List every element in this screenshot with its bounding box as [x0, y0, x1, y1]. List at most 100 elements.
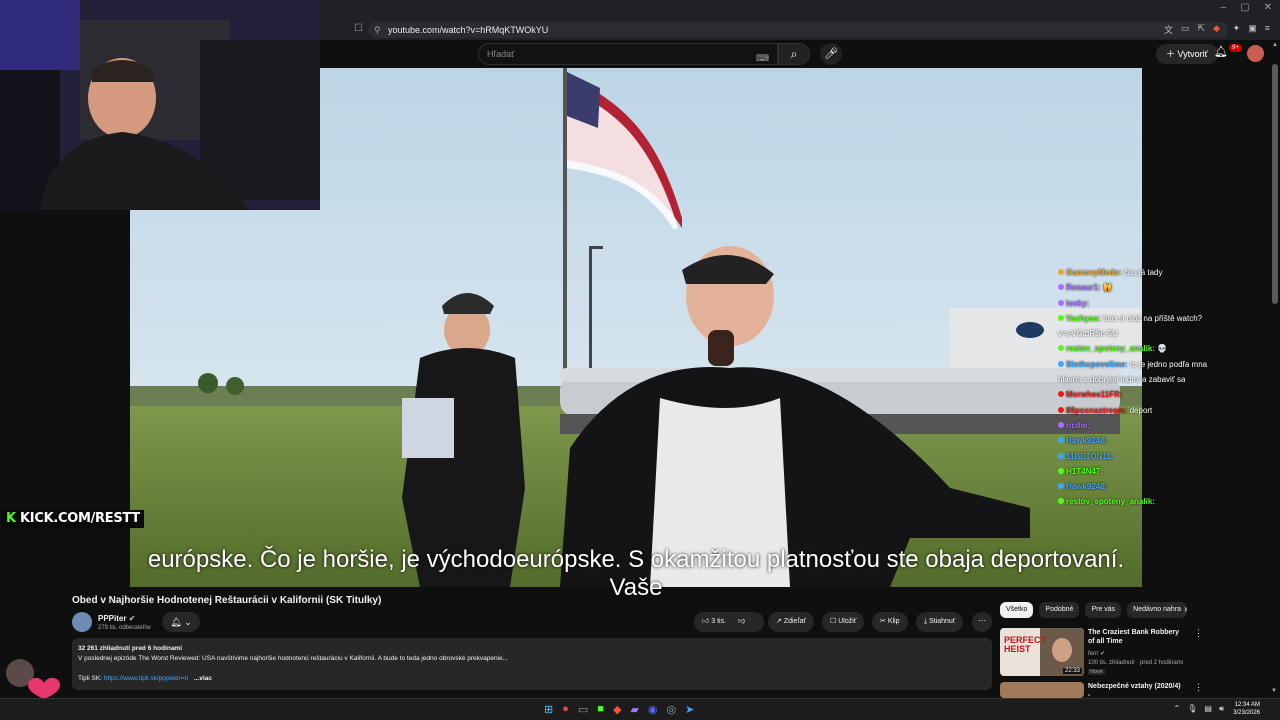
- page-scrollbar[interactable]: ▲ ▼: [1270, 40, 1280, 698]
- tray-expand-icon[interactable]: ⌃: [1174, 704, 1181, 714]
- chip-recently-uploaded[interactable]: Nedávno nahra: [1127, 602, 1188, 618]
- chat-message: Hawk9248:: [1058, 482, 1258, 492]
- discord-icon[interactable]: ◉: [648, 703, 658, 716]
- clip-label: Klip: [887, 618, 900, 625]
- extensions-icon[interactable]: ✦: [1233, 23, 1241, 34]
- share-label: Zdieľať: [783, 618, 807, 625]
- monitor-app-icon[interactable]: ▭: [578, 703, 588, 716]
- views-and-date: 32 261 zhliadnutí pred 6 hodinami: [78, 645, 183, 652]
- download-button[interactable]: ⤓ Stiahnuť: [916, 612, 964, 632]
- stream-mascot-overlay: [0, 655, 70, 700]
- network-icon[interactable]: ▤: [1204, 704, 1212, 714]
- telegram-icon[interactable]: ➤: [685, 703, 694, 716]
- account-avatar[interactable]: [1247, 45, 1264, 62]
- system-tray: ⌃ 🎙︎ ▤ 🔊︎: [1174, 704, 1224, 714]
- volume-icon[interactable]: 🔊︎: [1219, 704, 1224, 714]
- chip-related[interactable]: Podobné: [1039, 602, 1080, 618]
- kick-logo: K: [6, 511, 16, 526]
- pin-app-icon[interactable]: ●: [562, 703, 569, 716]
- cast-icon[interactable]: ▭: [1181, 23, 1190, 36]
- search-button[interactable]: ⌕: [778, 43, 810, 65]
- new-badge: Nové: [1088, 669, 1105, 675]
- recommended-video[interactable]: Nebezpečné vztahy (2020/4) - ⋮: [1000, 682, 1200, 698]
- close-window-button[interactable]: ✕: [1264, 2, 1272, 13]
- keyboard-icon[interactable]: ⌨: [756, 48, 769, 68]
- recommended-channel[interactable]: fern ✔: [1088, 650, 1105, 659]
- maximize-button[interactable]: ▢: [1240, 2, 1249, 13]
- recommended-video[interactable]: PERFECT HEIST 22:33 The Craziest Bank Ro…: [1000, 628, 1203, 678]
- like-button[interactable]: 👍︎ 3 tis.: [702, 618, 726, 625]
- url-field[interactable]: ⚲ youtube.com/watch?v=hRMqKTWOkYU: [368, 22, 1228, 38]
- chat-username: GumovyMedo:: [1066, 268, 1122, 277]
- tipli-link[interactable]: https://www.tipli.sk/pppeter=n: [104, 675, 188, 682]
- steam-icon[interactable]: ◎: [666, 703, 676, 716]
- translate-icon[interactable]: 文: [1164, 23, 1173, 36]
- chat-username: Slothspovellme:: [1066, 359, 1128, 369]
- create-label: Vytvoriť: [1177, 49, 1208, 59]
- menu-icon[interactable]: ≡: [1265, 23, 1270, 34]
- windows-start-icon[interactable]: ⊞: [544, 703, 553, 716]
- brave-shield-icon[interactable]: ◆: [1213, 23, 1220, 36]
- description-text: V poslednej epizóde The Worst Reviewed: …: [78, 655, 509, 662]
- recommended-title[interactable]: The Craziest Bank Robbery of all Time: [1088, 628, 1184, 646]
- chat-message: restov_spoteny_analik: 💀: [1058, 344, 1258, 354]
- voice-search-button[interactable]: 🎤︎: [820, 43, 842, 65]
- chip-for-you[interactable]: Pre vás: [1085, 602, 1122, 618]
- chat-badge-icon: [1058, 421, 1064, 428]
- more-options-icon[interactable]: ⋮: [1194, 682, 1200, 693]
- chat-message: H1T4N47:: [1058, 467, 1258, 477]
- taskbar-clock[interactable]: 12:34 AM 3/23/2026: [1233, 701, 1260, 717]
- more-actions-button[interactable]: ⋯: [972, 612, 992, 632]
- share-page-icon[interactable]: ⇱: [1198, 23, 1206, 36]
- wallet-icon[interactable]: ▣: [1248, 23, 1257, 34]
- video-thumbnail[interactable]: PERFECT HEIST 22:33: [1000, 628, 1084, 676]
- notification-count-badge: 9+: [1229, 44, 1242, 52]
- chat-badge-icon: [1058, 284, 1064, 291]
- search-input[interactable]: Hľadať ⌨: [478, 43, 778, 65]
- chip-all[interactable]: Všetko: [1000, 602, 1034, 618]
- chat-badge-icon: [1058, 498, 1064, 505]
- chat-message: Hawk9248:: [1058, 436, 1258, 446]
- chat-message: Rosaur1: 🙀: [1058, 283, 1258, 293]
- scroll-up-icon[interactable]: ▲: [1272, 42, 1278, 48]
- clock-time: 12:34 AM: [1234, 702, 1260, 708]
- extension-icons: ✦ ▣ ≡: [1233, 23, 1270, 34]
- chat-message: Morwhee11FR:: [1058, 390, 1258, 400]
- subscription-bell-button[interactable]: 🔔︎ ⌄: [162, 612, 200, 632]
- channel-avatar[interactable]: [72, 612, 92, 632]
- notifications-bell-icon[interactable]: 🔔︎: [1214, 45, 1228, 58]
- channel-name[interactable]: PPPiter ✔: [98, 614, 135, 623]
- dislike-button[interactable]: 👎︎: [738, 618, 745, 625]
- scroll-down-icon[interactable]: ▼: [1271, 688, 1277, 694]
- minimize-button[interactable]: –: [1221, 2, 1227, 13]
- chat-username: 88posnastreem:: [1066, 405, 1128, 415]
- kick-app-icon[interactable]: ■: [597, 703, 604, 716]
- chat-username: lovky:: [1066, 298, 1090, 308]
- show-more-button[interactable]: ...viac: [194, 675, 212, 682]
- video-description[interactable]: 32 261 zhliadnutí pred 6 hodinami V posl…: [72, 638, 992, 690]
- bookmark-icon[interactable]: ☐: [354, 23, 363, 34]
- create-button[interactable]: ＋ Vytvoriť: [1155, 44, 1218, 64]
- chat-message: Slothspovellme: to je jedno podľa mna: [1058, 360, 1258, 370]
- clock-date: 3/23/2026: [1233, 710, 1260, 716]
- chat-text: 💀: [1157, 344, 1168, 354]
- recommended-title[interactable]: Nebezpečné vztahy (2020/4) -: [1088, 682, 1184, 698]
- chevron-right-icon[interactable]: ›: [1184, 604, 1187, 615]
- kick-url: KICK.COM/RESTT: [20, 511, 140, 526]
- scrollbar-thumb[interactable]: [1272, 64, 1278, 304]
- twitch-icon[interactable]: ▰: [630, 703, 638, 716]
- video-thumbnail[interactable]: [1000, 682, 1084, 698]
- mic-tray-icon[interactable]: 🎙︎: [1187, 704, 1197, 714]
- chat-badge-icon: [1058, 391, 1064, 398]
- site-info-icon[interactable]: ⚲: [374, 22, 381, 38]
- brave-browser-icon[interactable]: ◆: [613, 703, 621, 716]
- chat-text: to je jedno podľa mna: [1130, 359, 1208, 369]
- clip-button[interactable]: ✂ Klip: [872, 612, 908, 632]
- mic-icon: 🎤︎: [824, 48, 838, 60]
- like-dislike-group: 👍︎ 3 tis. 👎︎: [694, 612, 764, 632]
- share-button[interactable]: ↗ Zdieľať: [768, 612, 815, 632]
- chat-badge-icon: [1058, 452, 1064, 459]
- address-bar-actions: 文 ▭ ⇱ ◆: [1164, 23, 1220, 36]
- save-button[interactable]: ☐ Uložiť: [822, 612, 865, 632]
- more-options-icon[interactable]: ⋮: [1194, 628, 1203, 639]
